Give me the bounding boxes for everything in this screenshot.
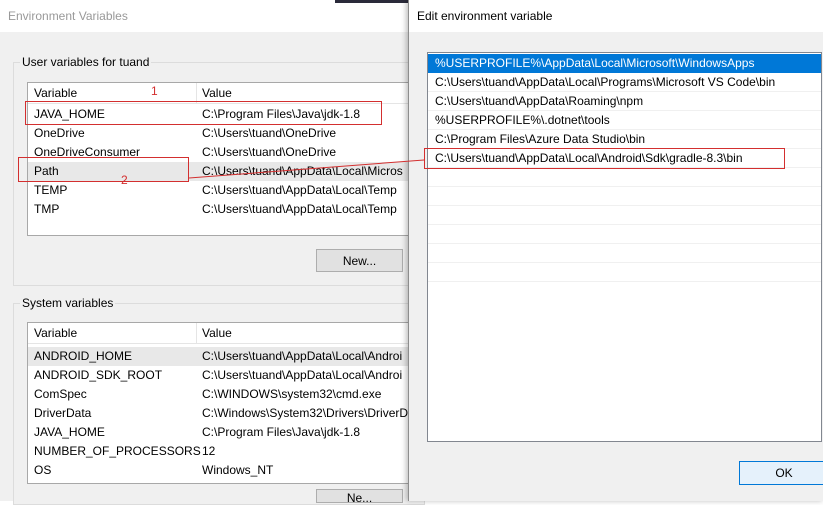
path-entries-list[interactable]: %USERPROFILE%\AppData\Local\Microsoft\Wi…: [427, 52, 822, 442]
row-variable: OneDrive: [34, 126, 85, 140]
system-row-java-home[interactable]: JAVA_HOME C:\Program Files\Java\jdk-1.8: [28, 423, 418, 442]
annotation-box-gradle-entry: [424, 148, 785, 169]
row-variable: TEMP: [34, 183, 68, 197]
user-col-separator[interactable]: [196, 83, 197, 103]
row-value: C:\Users\tuand\AppData\Local\Temp: [202, 202, 397, 216]
path-entry-empty[interactable]: [428, 263, 821, 282]
user-row-onedrive[interactable]: OneDrive C:\Users\tuand\OneDrive: [28, 124, 418, 143]
row-variable: DriverData: [34, 406, 92, 420]
taskbar-fragment: [335, 0, 415, 3]
row-value: C:\Users\tuand\AppData\Local\Temp: [202, 183, 397, 197]
row-value: C:\Program Files\Java\jdk-1.8: [202, 425, 361, 439]
path-entry-empty[interactable]: [428, 225, 821, 244]
system-col-variable[interactable]: Variable: [34, 323, 77, 343]
ok-button[interactable]: OK: [739, 461, 823, 485]
row-variable: ANDROID_SDK_ROOT: [34, 368, 163, 382]
user-col-variable[interactable]: Variable: [34, 83, 77, 103]
row-value: C:\Users\tuand\AppData\Local\Androi: [202, 349, 403, 363]
row-value: C:\Users\tuand\AppData\Local\Androi: [202, 368, 403, 382]
system-variables-label: System variables: [20, 296, 116, 310]
user-variables-label: User variables for tuand: [20, 55, 152, 69]
system-row-os[interactable]: OS Windows_NT: [28, 461, 418, 480]
edit-environment-variable-dialog: Edit environment variable %USERPROFILE%\…: [408, 0, 823, 501]
system-col-value[interactable]: Value: [202, 323, 232, 343]
path-entry-empty[interactable]: [428, 244, 821, 263]
system-list-header: Variable Value: [28, 323, 418, 344]
system-variables-list[interactable]: Variable Value ANDROID_HOME C:\Users\tua…: [27, 322, 419, 484]
row-variable: NUMBER_OF_PROCESSORS: [34, 444, 201, 458]
user-row-tmp[interactable]: TMP C:\Users\tuand\AppData\Local\Temp: [28, 200, 418, 219]
row-variable: TMP: [34, 202, 60, 216]
annotation-number-2: 2: [121, 173, 128, 187]
annotation-number-1: 1: [151, 84, 158, 98]
path-entry-4[interactable]: %USERPROFILE%\.dotnet\tools: [428, 111, 821, 130]
row-value: 12: [202, 444, 216, 458]
user-row-temp[interactable]: TEMP C:\Users\tuand\AppData\Local\Temp: [28, 181, 418, 200]
row-value: Windows_NT: [202, 463, 274, 477]
system-row-android-home[interactable]: ANDROID_HOME C:\Users\tuand\AppData\Loca…: [28, 347, 418, 366]
system-row-driverdata[interactable]: DriverData C:\Windows\System32\Drivers\D…: [28, 404, 418, 423]
annotation-box-path: [18, 157, 189, 182]
environment-variables-dialog: Environment Variables User variables for…: [0, 0, 425, 505]
path-entry-empty[interactable]: [428, 168, 821, 187]
system-col-separator[interactable]: [196, 323, 197, 343]
row-variable: JAVA_HOME: [34, 425, 105, 439]
row-value: C:\WINDOWS\system32\cmd.exe: [202, 387, 382, 401]
path-entry-empty[interactable]: [428, 187, 821, 206]
row-variable: OS: [34, 463, 52, 477]
row-variable: ANDROID_HOME: [34, 349, 133, 363]
user-col-value[interactable]: Value: [202, 83, 232, 103]
path-entry-3[interactable]: C:\Users\tuand\AppData\Roaming\npm: [428, 92, 821, 111]
row-value: C:\Users\tuand\OneDrive: [202, 126, 337, 140]
path-entry-1[interactable]: %USERPROFILE%\AppData\Local\Microsoft\Wi…: [428, 54, 821, 73]
path-entry-2[interactable]: C:\Users\tuand\AppData\Local\Programs\Mi…: [428, 73, 821, 92]
row-variable: ComSpec: [34, 387, 87, 401]
path-entry-5[interactable]: C:\Program Files\Azure Data Studio\bin: [428, 130, 821, 149]
row-value: C:\Windows\System32\Drivers\DriverD: [202, 406, 409, 420]
env-dialog-title: Environment Variables: [0, 0, 420, 32]
edit-dialog-title: Edit environment variable: [409, 0, 823, 32]
annotation-box-java-home: [25, 101, 382, 125]
row-value: C:\Users\tuand\OneDrive: [202, 145, 337, 159]
user-new-button[interactable]: New...: [316, 249, 403, 272]
path-entry-empty[interactable]: [428, 206, 821, 225]
row-value: C:\Users\tuand\AppData\Local\Micros: [202, 164, 403, 178]
system-row-number-of-processors[interactable]: NUMBER_OF_PROCESSORS 12: [28, 442, 418, 461]
system-row-comspec[interactable]: ComSpec C:\WINDOWS\system32\cmd.exe: [28, 385, 418, 404]
system-row-android-sdk-root[interactable]: ANDROID_SDK_ROOT C:\Users\tuand\AppData\…: [28, 366, 418, 385]
